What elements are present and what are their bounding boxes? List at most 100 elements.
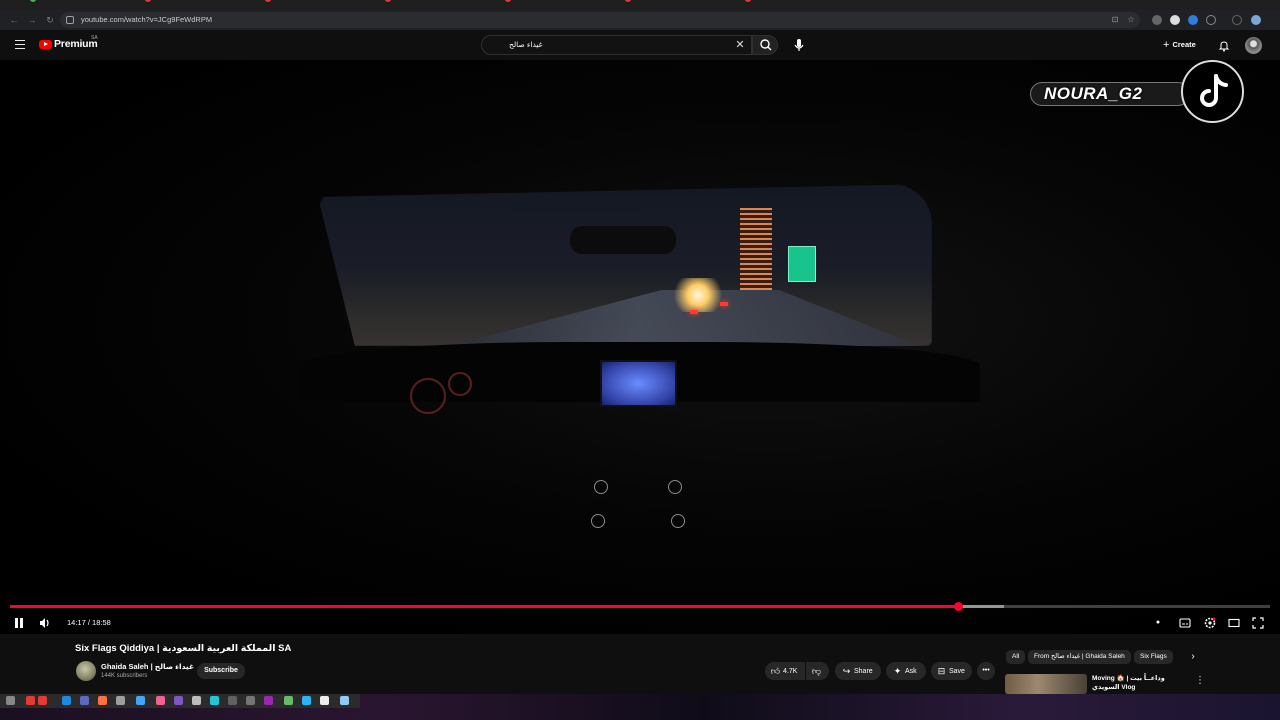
start-icon[interactable] (6, 696, 15, 705)
app-icon[interactable] (210, 696, 219, 705)
forward-icon[interactable]: → (26, 14, 38, 26)
recommendation-title[interactable]: Moving 🏠 | وداعــاً بيت السويدي Vlog (1092, 674, 1182, 692)
video-knob (668, 480, 682, 494)
dislike-button[interactable]: 👎︎ (806, 662, 829, 680)
browser-tab[interactable] (30, 0, 39, 6)
youtube-masthead: Premium SA غيداء صالح ✕ + Create (0, 30, 1280, 60)
video-taillight (690, 310, 698, 314)
like-count: 4.7K (783, 668, 798, 675)
app-icon[interactable] (156, 696, 165, 705)
save-label: Save (949, 668, 965, 675)
more-actions-button[interactable]: ••• (977, 662, 995, 680)
app-icon[interactable] (38, 696, 47, 705)
chip-all[interactable]: All (1006, 650, 1026, 664)
browser-tab[interactable] (505, 0, 514, 6)
search-button[interactable] (752, 35, 778, 55)
app-icon[interactable] (26, 696, 35, 705)
video-city-lights (668, 278, 728, 312)
app-icon[interactable] (116, 696, 125, 705)
app-icon[interactable] (320, 696, 329, 705)
browser-tab[interactable] (145, 0, 154, 6)
thumbs-up-icon: 👍︎ (770, 666, 781, 676)
app-icon[interactable] (62, 696, 71, 705)
pause-icon (15, 618, 23, 628)
address-bar[interactable]: youtube.com/watch?v=JCg9FeWdRPM ⊡ ☆ (60, 12, 1140, 28)
video-taillight (720, 302, 728, 306)
video-road-sign (788, 246, 816, 282)
search-query: غيداء صالح (509, 40, 543, 49)
plus-icon: + (1163, 39, 1170, 51)
extension-icon[interactable] (1188, 15, 1198, 25)
extension-icon[interactable] (1170, 15, 1180, 25)
save-button[interactable]: ⊟ Save (931, 662, 972, 680)
app-icon[interactable] (302, 696, 311, 705)
app-icon[interactable] (246, 696, 255, 705)
ask-button[interactable]: ✦ Ask (886, 662, 926, 680)
theater-mode-icon (1228, 618, 1240, 628)
more-vertical-icon[interactable]: ⋮ (1195, 674, 1205, 688)
app-icon[interactable] (192, 696, 201, 705)
menu-icon[interactable] (15, 40, 25, 49)
taskbar-strip (0, 694, 360, 708)
share-label: Share (854, 668, 873, 675)
browser-tab-strip (0, 0, 1280, 10)
subscribe-button[interactable]: Subscribe (197, 663, 245, 679)
autoplay-toggle-icon[interactable]: ● (1152, 616, 1164, 630)
voice-search-button[interactable] (790, 36, 808, 54)
progress-bar[interactable] (10, 602, 1270, 611)
app-icon[interactable] (174, 696, 183, 705)
clear-search-icon[interactable]: ✕ (733, 38, 747, 52)
app-icon[interactable] (98, 696, 107, 705)
pause-button[interactable] (12, 616, 26, 630)
video-title: Six Flags Qiddiya | المملكة العربية السع… (75, 643, 292, 654)
fullscreen-button[interactable] (1251, 616, 1265, 630)
extension-icon[interactable] (1152, 15, 1162, 25)
like-button[interactable]: 👍︎ 4.7K (765, 662, 805, 680)
theater-mode-button[interactable] (1227, 616, 1241, 630)
search-input[interactable]: غيداء صالح ✕ (481, 35, 752, 55)
app-icon[interactable] (136, 696, 145, 705)
app-icon[interactable] (228, 696, 237, 705)
browser-profile-icon[interactable] (1251, 15, 1261, 25)
bookmark-icon: ⊟ (937, 666, 946, 676)
chevron-right-icon[interactable]: › (1187, 651, 1199, 663)
app-icon[interactable] (264, 696, 273, 705)
app-icon[interactable] (284, 696, 293, 705)
profile-sync-icon[interactable] (1232, 15, 1242, 25)
subtitles-button[interactable] (1178, 616, 1192, 630)
recommendation-thumbnail[interactable] (1005, 674, 1087, 694)
channel-avatar[interactable] (76, 661, 96, 681)
app-icon[interactable] (80, 696, 89, 705)
youtube-play-icon (39, 40, 52, 49)
chip-six-flags[interactable]: Six Flags (1134, 650, 1173, 664)
video-player[interactable]: NOURA_G2 14:17 / 18:58 ● (0, 60, 1280, 634)
app-icon[interactable] (340, 696, 349, 705)
volume-button[interactable] (38, 616, 52, 630)
site-info-icon[interactable] (66, 16, 74, 24)
notifications-bell-icon[interactable] (1218, 39, 1230, 52)
fullscreen-icon (1252, 617, 1264, 629)
video-details: Six Flags Qiddiya | المملكة العربية السع… (0, 634, 1280, 694)
share-button[interactable]: ↪ Share (835, 662, 881, 680)
url-text: youtube.com/watch?v=JCg9FeWdRPM (81, 15, 213, 24)
browser-tab[interactable] (625, 0, 634, 6)
browser-tab[interactable] (745, 0, 754, 6)
back-icon[interactable]: ← (8, 14, 20, 26)
share-icon: ↪ (842, 666, 851, 676)
sparkle-icon: ✦ (893, 666, 902, 676)
video-gauge (410, 378, 446, 414)
browser-tab[interactable] (265, 0, 274, 6)
video-knob (594, 480, 608, 494)
volume-icon (40, 618, 49, 628)
chip-from-channel[interactable]: From غيداء صالح | Ghaida Saleh (1028, 650, 1131, 664)
extensions-puzzle-icon[interactable] (1206, 15, 1216, 25)
reload-icon[interactable]: ↻ (44, 14, 56, 26)
channel-name[interactable]: Ghaida Saleh | غيداء صالح (101, 662, 194, 671)
bookmark-star-icon[interactable]: ☆ (1126, 15, 1136, 25)
time-display: 14:17 / 18:58 (67, 618, 111, 627)
install-icon[interactable]: ⊡ (1110, 15, 1120, 25)
create-button[interactable]: + Create (1163, 37, 1211, 53)
settings-button[interactable] (1203, 616, 1217, 630)
account-avatar[interactable] (1245, 37, 1262, 54)
browser-tab[interactable] (385, 0, 394, 6)
